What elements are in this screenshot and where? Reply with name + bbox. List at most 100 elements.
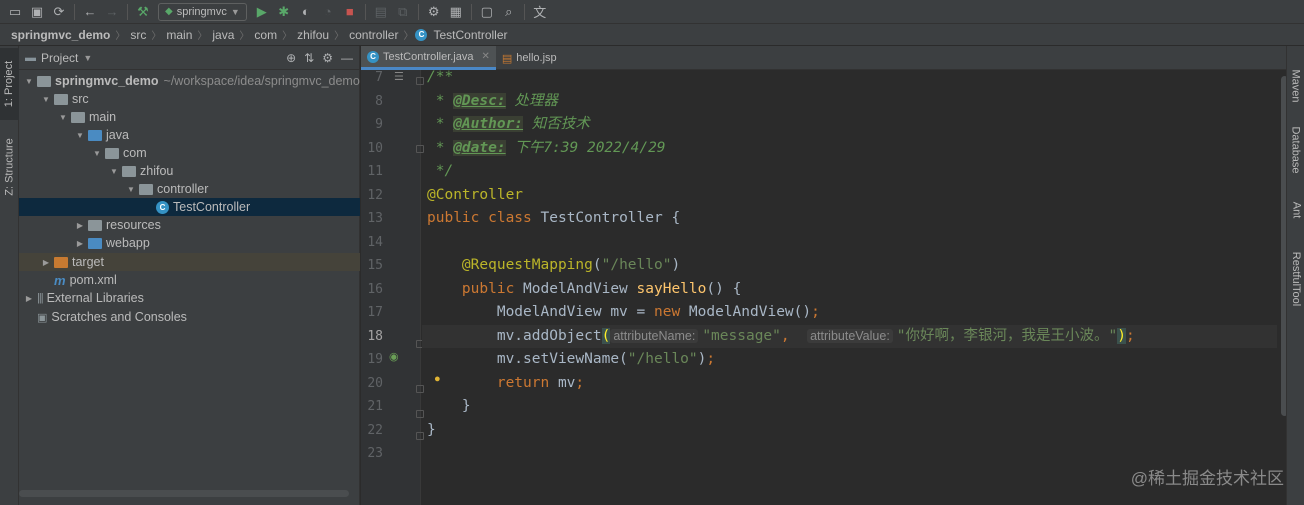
chevron-down-icon[interactable]: ▼ (83, 53, 92, 63)
tree-item[interactable]: ▶ resources (19, 216, 360, 234)
forward-icon[interactable]: → (101, 1, 123, 23)
tree-item[interactable]: ▼ main (19, 108, 360, 126)
frame-icon[interactable]: ▢ (476, 1, 498, 23)
breadcrumb-item[interactable]: zhifou (294, 28, 332, 42)
code-line[interactable]: * @date: 下午7:39 2022/4/29 (422, 137, 1277, 161)
code-line[interactable]: /** (422, 70, 1277, 90)
horizontal-scrollbar[interactable] (19, 490, 349, 497)
open-folder-icon[interactable]: ▭ (4, 1, 26, 23)
locate-icon[interactable]: ⊕ (286, 51, 296, 65)
line-number: 18 (367, 328, 383, 344)
close-icon[interactable]: ✕ (482, 51, 490, 62)
library-icon: ||| (37, 292, 44, 304)
tree-item[interactable]: ▶ ||| External Libraries (19, 289, 360, 307)
line-number: 11 (367, 164, 383, 179)
project-structure-icon[interactable]: ▦ (445, 1, 467, 23)
wrench-icon[interactable]: ⚙ (423, 1, 445, 23)
tree-item[interactable]: ▼ zhifou (19, 162, 360, 180)
code-line[interactable]: mv.addObject(attributeName: "message", at… (422, 324, 1277, 348)
collapse-arrow-icon[interactable]: ▶ (23, 294, 35, 303)
code-line[interactable]: * @Desc: 处理器 (422, 90, 1277, 114)
breadcrumb-item[interactable]: com (251, 28, 280, 42)
code-line[interactable]: mv.setViewName("/hello"); (422, 348, 1277, 372)
code-line[interactable]: * @Author: 知否技术 (422, 113, 1277, 137)
code-line[interactable]: public class TestController { (422, 207, 1277, 231)
spring-request-mapping-icon[interactable]: ◉ (389, 350, 399, 363)
breadcrumb-item[interactable]: main (163, 28, 195, 42)
collapse-arrow-icon[interactable]: ▶ (74, 221, 86, 230)
maven-tool-tab[interactable]: Maven (1287, 60, 1304, 112)
hide-icon[interactable]: — (341, 51, 353, 65)
profile-icon[interactable]: ◔ (317, 1, 339, 23)
breadcrumb-item[interactable]: controller (346, 28, 401, 42)
folder-icon (54, 93, 68, 105)
tree-item[interactable]: ▼ src (19, 90, 360, 108)
stop-icon[interactable]: ■ (339, 1, 361, 23)
tree-item[interactable]: m pom.xml (19, 271, 360, 289)
ant-tool-tab-label: Ant (1289, 201, 1302, 219)
collapse-all-icon[interactable]: ⇅ (304, 51, 314, 65)
translate-icon[interactable]: 文 (529, 1, 551, 23)
project-tool-tab[interactable]: 1: Project (0, 48, 19, 120)
tree-item[interactable]: ▼ java (19, 126, 360, 144)
expand-arrow-icon[interactable]: ▼ (57, 113, 69, 122)
code-line[interactable]: @RequestMapping("/hello") (422, 254, 1277, 278)
line-number: 20 (367, 375, 383, 391)
expand-arrow-icon[interactable]: ▼ (125, 185, 137, 194)
code-line[interactable]: @Controller (422, 184, 1277, 208)
coverage-icon[interactable]: ◐ (295, 1, 317, 23)
collapse-arrow-icon[interactable]: ▶ (74, 239, 86, 248)
expand-arrow-icon[interactable]: ▼ (91, 149, 103, 158)
tree-item[interactable]: ▶ target (19, 253, 360, 271)
code-line[interactable]: } (422, 395, 1277, 419)
tab-hello-jsp[interactable]: ▤ hello.jsp (496, 46, 563, 70)
save-icon[interactable]: ▣ (26, 1, 48, 23)
tree-item-label: springmvc_demo (55, 74, 159, 88)
tree-item-label: target (72, 255, 104, 269)
breadcrumb-item[interactable]: TestController (430, 28, 510, 42)
attach-icon[interactable]: ⧉ (392, 1, 414, 23)
code-line[interactable]: */ (422, 160, 1277, 184)
tree-item[interactable]: ▼ springmvc_demo ~/workspace/idea/springmv… (19, 72, 360, 90)
sync-icon[interactable]: ⟳ (48, 1, 70, 23)
code-line[interactable]: public ModelAndView sayHello() { (422, 278, 1277, 302)
code-line[interactable] (422, 442, 1277, 466)
back-icon[interactable]: ← (79, 1, 101, 23)
database-tool-tab[interactable]: Database (1287, 118, 1304, 182)
project-panel-title[interactable]: Project (41, 51, 78, 65)
expand-arrow-icon[interactable]: ▼ (23, 77, 35, 86)
vcs-icon[interactable]: ▤ (370, 1, 392, 23)
tab-label: TestController.java (383, 50, 474, 63)
tree-item[interactable]: ▣ Scratches and Consoles (19, 308, 360, 326)
toolbar-divider (127, 3, 128, 20)
restfultool-tool-tab[interactable]: RestfulTool (1287, 242, 1304, 316)
gear-icon[interactable]: ⚙ (322, 51, 333, 65)
expand-arrow-icon[interactable]: ▼ (74, 131, 86, 140)
structure-tool-tab[interactable]: Z: Structure (0, 128, 19, 206)
code-line[interactable]: } (422, 419, 1277, 443)
run-configuration-select[interactable]: ◆ springmvc ▼ (158, 2, 247, 21)
class-icon: C (367, 50, 379, 63)
breadcrumb-item[interactable]: java (209, 28, 237, 42)
debug-icon[interactable]: ✱ (273, 1, 295, 23)
code-line[interactable] (422, 231, 1277, 255)
tree-item[interactable]: C TestController (19, 198, 360, 216)
collapse-arrow-icon[interactable]: ▶ (40, 258, 52, 267)
tree-item[interactable]: ▼ controller (19, 180, 360, 198)
search-icon[interactable]: ⌕ (498, 1, 520, 23)
doc-render-icon[interactable]: ☰ (394, 70, 404, 83)
code-line[interactable]: return mv; (422, 372, 1277, 396)
ant-tool-tab[interactable]: Ant (1287, 190, 1304, 230)
run-icon[interactable]: ▶ (251, 1, 273, 23)
code-area[interactable]: /** * @Desc: 处理器 * @Author: 知否技术 * @date… (422, 70, 1277, 505)
breadcrumb: springmvc_demo 〉 src 〉 main 〉 java 〉 com… (0, 24, 1304, 46)
tree-item[interactable]: ▼ com (19, 144, 360, 162)
expand-arrow-icon[interactable]: ▼ (40, 95, 52, 104)
breadcrumb-item[interactable]: springmvc_demo (8, 28, 113, 42)
tree-item[interactable]: ▶ webapp (19, 234, 360, 252)
editor-panel: C TestController.java ✕ ▤ hello.jsp 7 8 9 1… (361, 46, 1304, 505)
code-line[interactable]: ModelAndView mv = new ModelAndView(); (422, 301, 1277, 325)
expand-arrow-icon[interactable]: ▼ (108, 167, 120, 176)
breadcrumb-item[interactable]: src (127, 28, 149, 42)
build-hammer-icon[interactable]: ⚒ (132, 1, 154, 23)
